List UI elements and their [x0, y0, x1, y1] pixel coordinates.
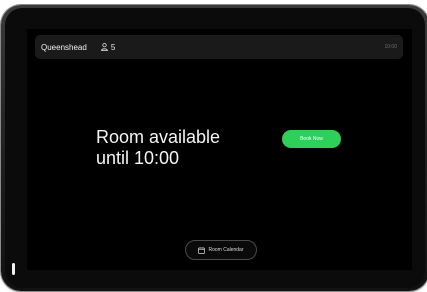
status-line-1: Room available: [96, 127, 221, 147]
room-capacity: 5: [101, 43, 115, 52]
availability-status: Room available until 10:00: [96, 127, 256, 169]
header-bar: Queenshead 5 10:00: [35, 35, 403, 59]
device-frame: Queenshead 5 10:00 Room available until …: [1, 5, 427, 291]
clock: 10:00: [384, 44, 397, 50]
capacity-count: 5: [110, 42, 116, 52]
room-calendar-button[interactable]: Room Calendar: [185, 240, 257, 260]
calendar-icon: [198, 246, 206, 254]
status-line-2: until 10:00: [96, 148, 180, 168]
book-now-button[interactable]: Book Now: [282, 130, 341, 148]
status-led: [12, 263, 15, 275]
touch-screen: Queenshead 5 10:00 Room available until …: [27, 29, 412, 270]
room-calendar-label: Room Calendar: [208, 247, 244, 253]
person-icon: [101, 43, 108, 51]
room-name: Queenshead: [41, 42, 87, 52]
